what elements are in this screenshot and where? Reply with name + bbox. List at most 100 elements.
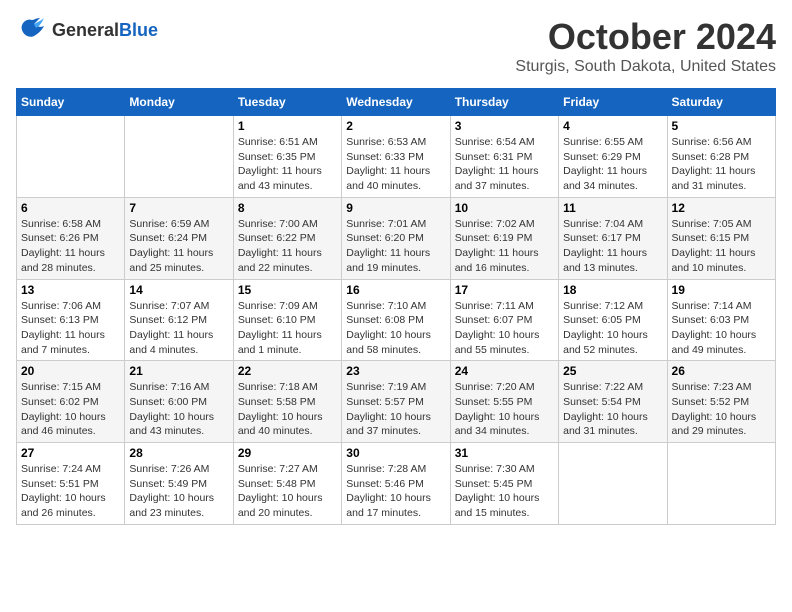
day-number: 15 [238, 283, 337, 297]
calendar-cell: 24Sunrise: 7:20 AM Sunset: 5:55 PM Dayli… [450, 361, 558, 443]
calendar-cell: 15 Sunrise: 7:09 AM Sunset: 6:10 PM Dayli… [233, 279, 341, 361]
weekday-header-thursday: Thursday [450, 89, 558, 116]
day-number: 25 [563, 364, 662, 378]
calendar-cell: 6 Sunrise: 6:58 AM Sunset: 6:26 PM Daylig… [17, 197, 125, 279]
page-header: GeneralBlue October 2024 Sturgis, South … [16, 16, 776, 76]
day-number: 20 [21, 364, 120, 378]
day-number: 10 [455, 201, 554, 215]
day-number: 30 [346, 446, 445, 460]
day-number: 7 [129, 201, 228, 215]
day-number: 6 [21, 201, 120, 215]
day-number: 11 [563, 201, 662, 215]
day-info: Sunrise: 7:24 AM Sunset: 5:51 PM Dayligh… [21, 462, 120, 521]
day-info: Sunrise: 6:58 AM Sunset: 6:26 PM Dayligh… [21, 217, 120, 276]
day-number: 12 [672, 201, 771, 215]
calendar-cell: 23Sunrise: 7:19 AM Sunset: 5:57 PM Dayli… [342, 361, 450, 443]
day-info: Sunrise: 6:59 AM Sunset: 6:24 PM Dayligh… [129, 217, 228, 276]
calendar-week-row: 1Sunrise: 6:51 AM Sunset: 6:35 PM Daylig… [17, 116, 776, 198]
day-info: Sunrise: 6:54 AM Sunset: 6:31 PM Dayligh… [455, 135, 554, 194]
day-info: Sunrise: 7:00 AM Sunset: 6:22 PM Dayligh… [238, 217, 337, 276]
day-number: 28 [129, 446, 228, 460]
day-info: Sunrise: 7:18 AM Sunset: 5:58 PM Dayligh… [238, 380, 337, 439]
day-info: Sunrise: 7:14 AM Sunset: 6:03 PM Dayligh… [672, 299, 771, 358]
weekday-header-saturday: Saturday [667, 89, 775, 116]
day-info: Sunrise: 7:22 AM Sunset: 5:54 PM Dayligh… [563, 380, 662, 439]
day-number: 18 [563, 283, 662, 297]
calendar-cell: 29 Sunrise: 7:27 AM Sunset: 5:48 PM Dayli… [233, 443, 341, 525]
day-number: 31 [455, 446, 554, 460]
calendar-cell: 31Sunrise: 7:30 AM Sunset: 5:45 PM Dayli… [450, 443, 558, 525]
calendar-week-row: 6 Sunrise: 6:58 AM Sunset: 6:26 PM Daylig… [17, 197, 776, 279]
day-info: Sunrise: 7:10 AM Sunset: 6:08 PM Dayligh… [346, 299, 445, 358]
logo: GeneralBlue [16, 16, 158, 44]
day-info: Sunrise: 7:27 AM Sunset: 5:48 PM Dayligh… [238, 462, 337, 521]
day-number: 27 [21, 446, 120, 460]
calendar-cell: 4 Sunrise: 6:55 AM Sunset: 6:29 PM Daylig… [559, 116, 667, 198]
day-number: 22 [238, 364, 337, 378]
calendar-cell: 18 Sunrise: 7:12 AM Sunset: 6:05 PM Dayli… [559, 279, 667, 361]
day-info: Sunrise: 6:53 AM Sunset: 6:33 PM Dayligh… [346, 135, 445, 194]
weekday-header-monday: Monday [125, 89, 233, 116]
logo-bird-icon [16, 16, 48, 44]
day-number: 8 [238, 201, 337, 215]
day-info: Sunrise: 6:55 AM Sunset: 6:29 PM Dayligh… [563, 135, 662, 194]
day-number: 17 [455, 283, 554, 297]
calendar-cell: 5 Sunrise: 6:56 AM Sunset: 6:28 PM Daylig… [667, 116, 775, 198]
day-number: 2 [346, 119, 445, 133]
day-number: 24 [455, 364, 554, 378]
day-info: Sunrise: 7:07 AM Sunset: 6:12 PM Dayligh… [129, 299, 228, 358]
calendar-cell [17, 116, 125, 198]
day-number: 26 [672, 364, 771, 378]
day-number: 21 [129, 364, 228, 378]
logo-blue: Blue [119, 20, 158, 40]
day-info: Sunrise: 7:04 AM Sunset: 6:17 PM Dayligh… [563, 217, 662, 276]
day-info: Sunrise: 7:12 AM Sunset: 6:05 PM Dayligh… [563, 299, 662, 358]
day-info: Sunrise: 7:09 AM Sunset: 6:10 PM Dayligh… [238, 299, 337, 358]
weekday-header-tuesday: Tuesday [233, 89, 341, 116]
day-info: Sunrise: 7:02 AM Sunset: 6:19 PM Dayligh… [455, 217, 554, 276]
calendar-cell: 19Sunrise: 7:14 AM Sunset: 6:03 PM Dayli… [667, 279, 775, 361]
day-info: Sunrise: 7:06 AM Sunset: 6:13 PM Dayligh… [21, 299, 120, 358]
day-number: 16 [346, 283, 445, 297]
calendar-cell: 16 Sunrise: 7:10 AM Sunset: 6:08 PM Dayli… [342, 279, 450, 361]
day-info: Sunrise: 7:11 AM Sunset: 6:07 PM Dayligh… [455, 299, 554, 358]
day-number: 29 [238, 446, 337, 460]
day-info: Sunrise: 7:01 AM Sunset: 6:20 PM Dayligh… [346, 217, 445, 276]
month-title: October 2024 [515, 16, 776, 58]
calendar-cell: 14Sunrise: 7:07 AM Sunset: 6:12 PM Dayli… [125, 279, 233, 361]
calendar-cell: 28 Sunrise: 7:26 AM Sunset: 5:49 PM Dayli… [125, 443, 233, 525]
day-info: Sunrise: 7:16 AM Sunset: 6:00 PM Dayligh… [129, 380, 228, 439]
day-number: 9 [346, 201, 445, 215]
calendar-cell: 21 Sunrise: 7:16 AM Sunset: 6:00 PM Dayli… [125, 361, 233, 443]
weekday-header-friday: Friday [559, 89, 667, 116]
calendar-cell: 1Sunrise: 6:51 AM Sunset: 6:35 PM Daylig… [233, 116, 341, 198]
calendar-cell: 22 Sunrise: 7:18 AM Sunset: 5:58 PM Dayli… [233, 361, 341, 443]
calendar-cell: 13 Sunrise: 7:06 AM Sunset: 6:13 PM Dayli… [17, 279, 125, 361]
calendar-week-row: 27 Sunrise: 7:24 AM Sunset: 5:51 PM Dayli… [17, 443, 776, 525]
title-block: October 2024 Sturgis, South Dakota, Unit… [515, 16, 776, 76]
weekday-header-wednesday: Wednesday [342, 89, 450, 116]
day-number: 13 [21, 283, 120, 297]
calendar-cell: 11 Sunrise: 7:04 AM Sunset: 6:17 PM Dayli… [559, 197, 667, 279]
calendar-week-row: 13 Sunrise: 7:06 AM Sunset: 6:13 PM Dayli… [17, 279, 776, 361]
calendar-cell: 8 Sunrise: 7:00 AM Sunset: 6:22 PM Daylig… [233, 197, 341, 279]
day-info: Sunrise: 7:19 AM Sunset: 5:57 PM Dayligh… [346, 380, 445, 439]
calendar-cell: 20Sunrise: 7:15 AM Sunset: 6:02 PM Dayli… [17, 361, 125, 443]
logo-general: General [52, 20, 119, 40]
day-info: Sunrise: 7:05 AM Sunset: 6:15 PM Dayligh… [672, 217, 771, 276]
day-info: Sunrise: 6:56 AM Sunset: 6:28 PM Dayligh… [672, 135, 771, 194]
calendar-cell [125, 116, 233, 198]
calendar-cell: 12 Sunrise: 7:05 AM Sunset: 6:15 PM Dayli… [667, 197, 775, 279]
calendar-cell [559, 443, 667, 525]
calendar-cell: 2 Sunrise: 6:53 AM Sunset: 6:33 PM Daylig… [342, 116, 450, 198]
calendar-cell: 9 Sunrise: 7:01 AM Sunset: 6:20 PM Daylig… [342, 197, 450, 279]
calendar-header-row: SundayMondayTuesdayWednesdayThursdayFrid… [17, 89, 776, 116]
calendar-week-row: 20Sunrise: 7:15 AM Sunset: 6:02 PM Dayli… [17, 361, 776, 443]
calendar-cell: 30Sunrise: 7:28 AM Sunset: 5:46 PM Dayli… [342, 443, 450, 525]
day-number: 5 [672, 119, 771, 133]
logo-text: GeneralBlue [52, 20, 158, 41]
calendar-cell: 26Sunrise: 7:23 AM Sunset: 5:52 PM Dayli… [667, 361, 775, 443]
day-number: 4 [563, 119, 662, 133]
day-info: Sunrise: 7:26 AM Sunset: 5:49 PM Dayligh… [129, 462, 228, 521]
location-title: Sturgis, South Dakota, United States [515, 58, 776, 76]
